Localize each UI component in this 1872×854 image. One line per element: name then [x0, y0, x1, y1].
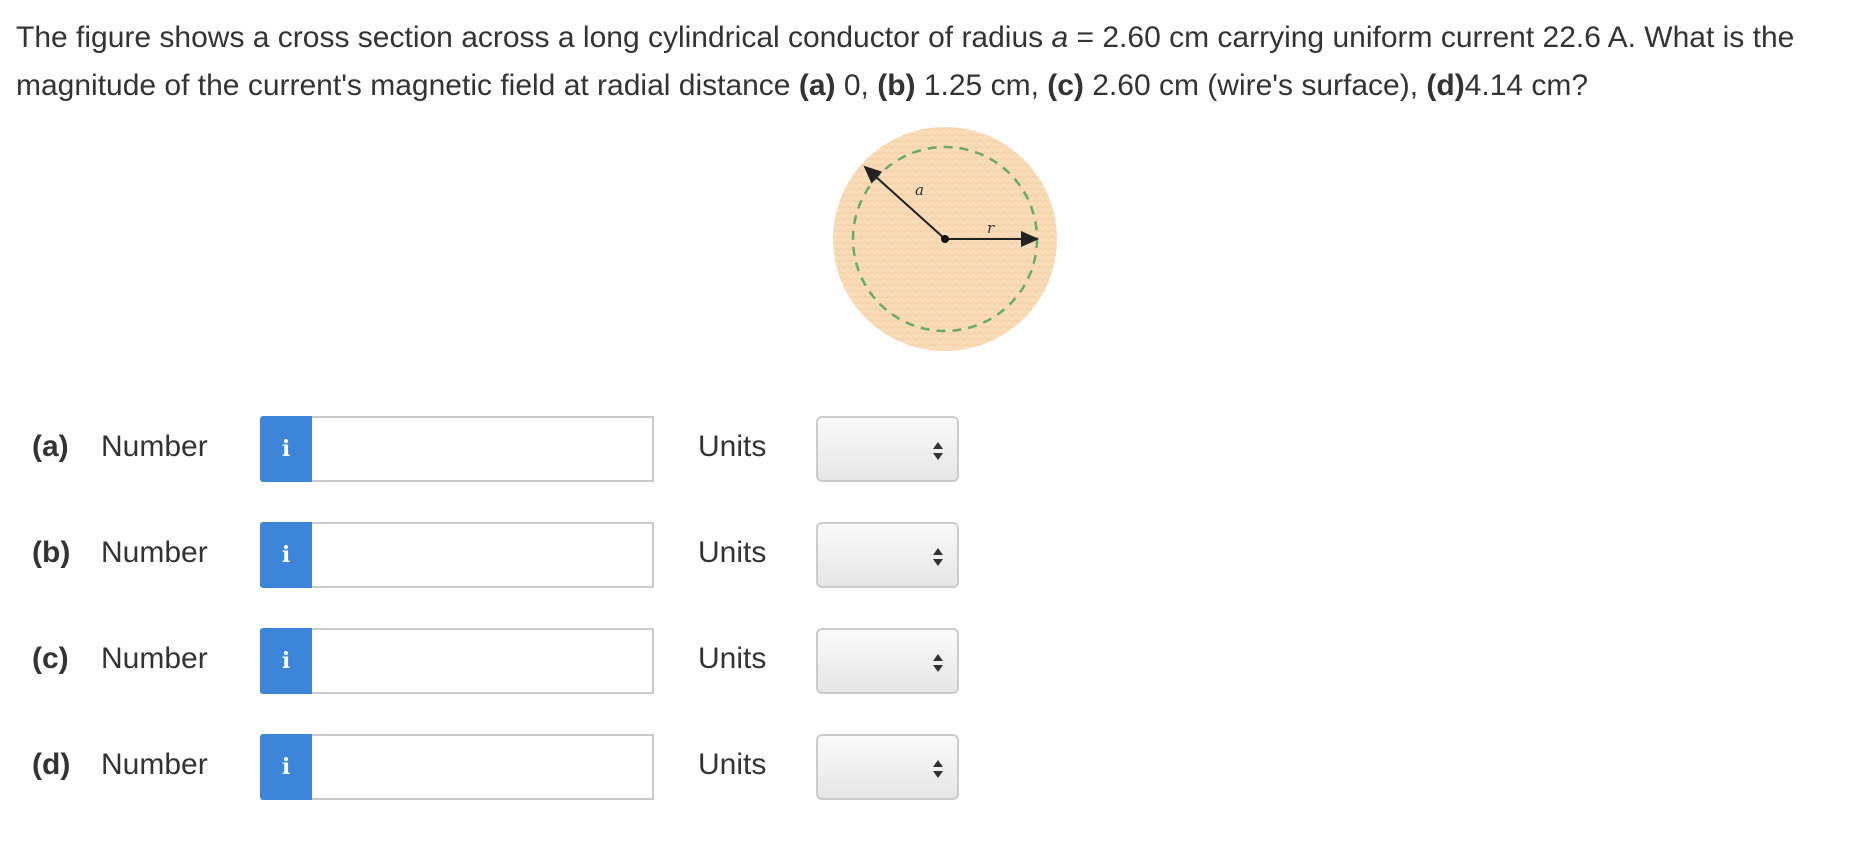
number-label: Number: [101, 642, 208, 675]
question-text: The figure shows a cross section across …: [16, 14, 1866, 110]
part-label: (b): [32, 536, 71, 569]
units-select-c[interactable]: [816, 628, 959, 694]
select-arrows-icon: [933, 442, 943, 460]
question-segment: 2.60 cm (wire's surface),: [1083, 69, 1427, 102]
info-icon: i: [281, 542, 291, 568]
info-icon: i: [281, 436, 291, 462]
answer-row-c: (c) Number i Units: [0, 628, 1000, 694]
units-label: Units: [698, 536, 767, 569]
part-label: (a): [32, 430, 69, 463]
conductor-cross-section-figure: a r: [828, 120, 1068, 360]
units-select-a[interactable]: [816, 416, 959, 482]
units-label: Units: [698, 642, 767, 675]
info-icon: i: [281, 648, 291, 674]
part-c-ref: (c): [1047, 69, 1084, 102]
answer-row-d: (d) Number i Units: [0, 734, 1000, 800]
number-label: Number: [101, 748, 208, 781]
number-input-c[interactable]: [312, 628, 654, 694]
info-button[interactable]: i: [260, 416, 312, 482]
select-arrows-icon: [933, 760, 943, 778]
info-button[interactable]: i: [260, 734, 312, 800]
question-segment: 4.14 cm?: [1464, 69, 1589, 102]
answer-row-a: (a) Number i Units: [0, 416, 1000, 482]
units-select-d[interactable]: [816, 734, 959, 800]
question-segment: 0,: [835, 69, 878, 102]
info-button[interactable]: i: [260, 628, 312, 694]
select-arrows-icon: [933, 548, 943, 566]
part-label: (c): [32, 642, 69, 675]
part-b-ref: (b): [877, 69, 916, 102]
part-a-ref: (a): [798, 69, 836, 102]
number-label: Number: [101, 430, 208, 463]
center-dot: [941, 235, 949, 243]
units-label: Units: [698, 430, 767, 463]
radius-r-label: r: [987, 219, 995, 237]
number-input-a[interactable]: [312, 416, 654, 482]
answer-row-b: (b) Number i Units: [0, 522, 1000, 588]
radius-a-label: a: [915, 181, 924, 199]
info-button[interactable]: i: [260, 522, 312, 588]
part-d-ref: (d): [1426, 69, 1465, 102]
units-label: Units: [698, 748, 767, 781]
number-label: Number: [101, 536, 208, 569]
radius-variable: a: [1051, 21, 1069, 54]
units-select-b[interactable]: [816, 522, 959, 588]
number-input-b[interactable]: [312, 522, 654, 588]
info-icon: i: [281, 754, 291, 780]
conductor-diagram: a r: [833, 127, 1057, 351]
question-segment: The figure shows a cross section across …: [16, 21, 1052, 54]
part-label: (d): [32, 748, 71, 781]
select-arrows-icon: [933, 654, 943, 672]
number-input-d[interactable]: [312, 734, 654, 800]
question-segment: 1.25 cm,: [915, 69, 1048, 102]
